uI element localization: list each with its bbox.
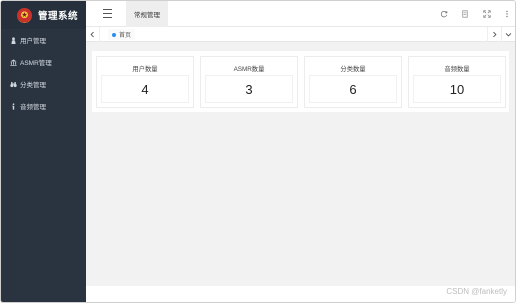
- stat-body: 4: [101, 75, 189, 103]
- stat-body: 6: [309, 75, 397, 103]
- sidebar-item-label: 用户管理: [20, 38, 46, 45]
- chevron-down-icon: [505, 33, 512, 37]
- user-icon: [9, 36, 17, 44]
- fullscreen-icon[interactable]: [482, 9, 491, 18]
- main-content: 用户数量 4 ASMR数量 3 分类数量 6 音频数量 10: [86, 42, 515, 302]
- active-dot-icon: [112, 32, 116, 37]
- logo-row: ★ 管理系统: [1, 1, 86, 29]
- sidebar-item-categories[interactable]: 分类管理: [1, 73, 86, 95]
- sidebar-item-label: ASMR管理: [20, 60, 52, 67]
- stat-title: ASMR数量: [233, 66, 265, 73]
- bank-icon: [9, 58, 17, 66]
- stat-title: 用户数量: [132, 66, 158, 73]
- page-tabs-bar: 首页: [86, 27, 515, 42]
- document-icon[interactable]: [460, 9, 469, 18]
- sidebar-item-users[interactable]: 用户管理: [1, 29, 86, 51]
- binoculars-icon: [9, 80, 17, 88]
- stat-card-audio: 音频数量 10: [408, 56, 506, 108]
- more-icon[interactable]: [502, 9, 511, 18]
- top-header: 常规管理: [86, 1, 515, 27]
- stat-card-categories: 分类数量 6: [304, 56, 402, 108]
- sidebar-item-label: 分类管理: [20, 82, 46, 89]
- stat-value: 3: [245, 81, 253, 97]
- stat-value: 10: [449, 81, 465, 97]
- chevron-right-icon: [493, 31, 497, 38]
- app-title: 管理系统: [38, 11, 79, 22]
- menu-toggle-icon[interactable]: [103, 9, 112, 18]
- refresh-icon[interactable]: [439, 9, 448, 18]
- watermark: CSDN @fanketly: [446, 287, 507, 296]
- sidebar-menu: 用户管理 ASMR管理 分类管理 音频管理: [1, 29, 86, 117]
- tab-home[interactable]: 首页: [108, 29, 136, 40]
- stat-title: 分类数量: [340, 66, 366, 73]
- stat-body: 10: [413, 75, 501, 103]
- sidebar-item-audio[interactable]: 音频管理: [1, 95, 86, 117]
- info-icon: [9, 102, 17, 110]
- scroll-right-button[interactable]: [487, 27, 501, 42]
- scroll-left-button[interactable]: [86, 27, 100, 42]
- sidebar-item-asmr[interactable]: ASMR管理: [1, 51, 86, 73]
- chevron-left-icon: [90, 31, 94, 38]
- stat-title: 音频数量: [444, 66, 470, 73]
- sidebar: ★ 管理系统 用户管理 ASMR管理 分类管理 音频管理: [1, 1, 86, 302]
- stats-panel: 用户数量 4 ASMR数量 3 分类数量 6 音频数量 10: [92, 51, 509, 112]
- tab-general-management[interactable]: 常规管理: [126, 1, 168, 27]
- stat-value: 4: [141, 81, 149, 97]
- stat-card-users: 用户数量 4: [96, 56, 194, 108]
- stat-card-asmr: ASMR数量 3: [200, 56, 298, 108]
- sidebar-item-label: 音频管理: [20, 104, 46, 111]
- stat-body: 3: [205, 75, 293, 103]
- emblem-logo-icon: ★: [17, 7, 32, 23]
- tab-options-button[interactable]: [501, 27, 515, 42]
- app-window: ★ 管理系统 用户管理 ASMR管理 分类管理 音频管理 常规管理 首页 用户数…: [0, 0, 516, 303]
- stat-value: 6: [349, 81, 357, 97]
- tab-home-label: 首页: [119, 33, 132, 39]
